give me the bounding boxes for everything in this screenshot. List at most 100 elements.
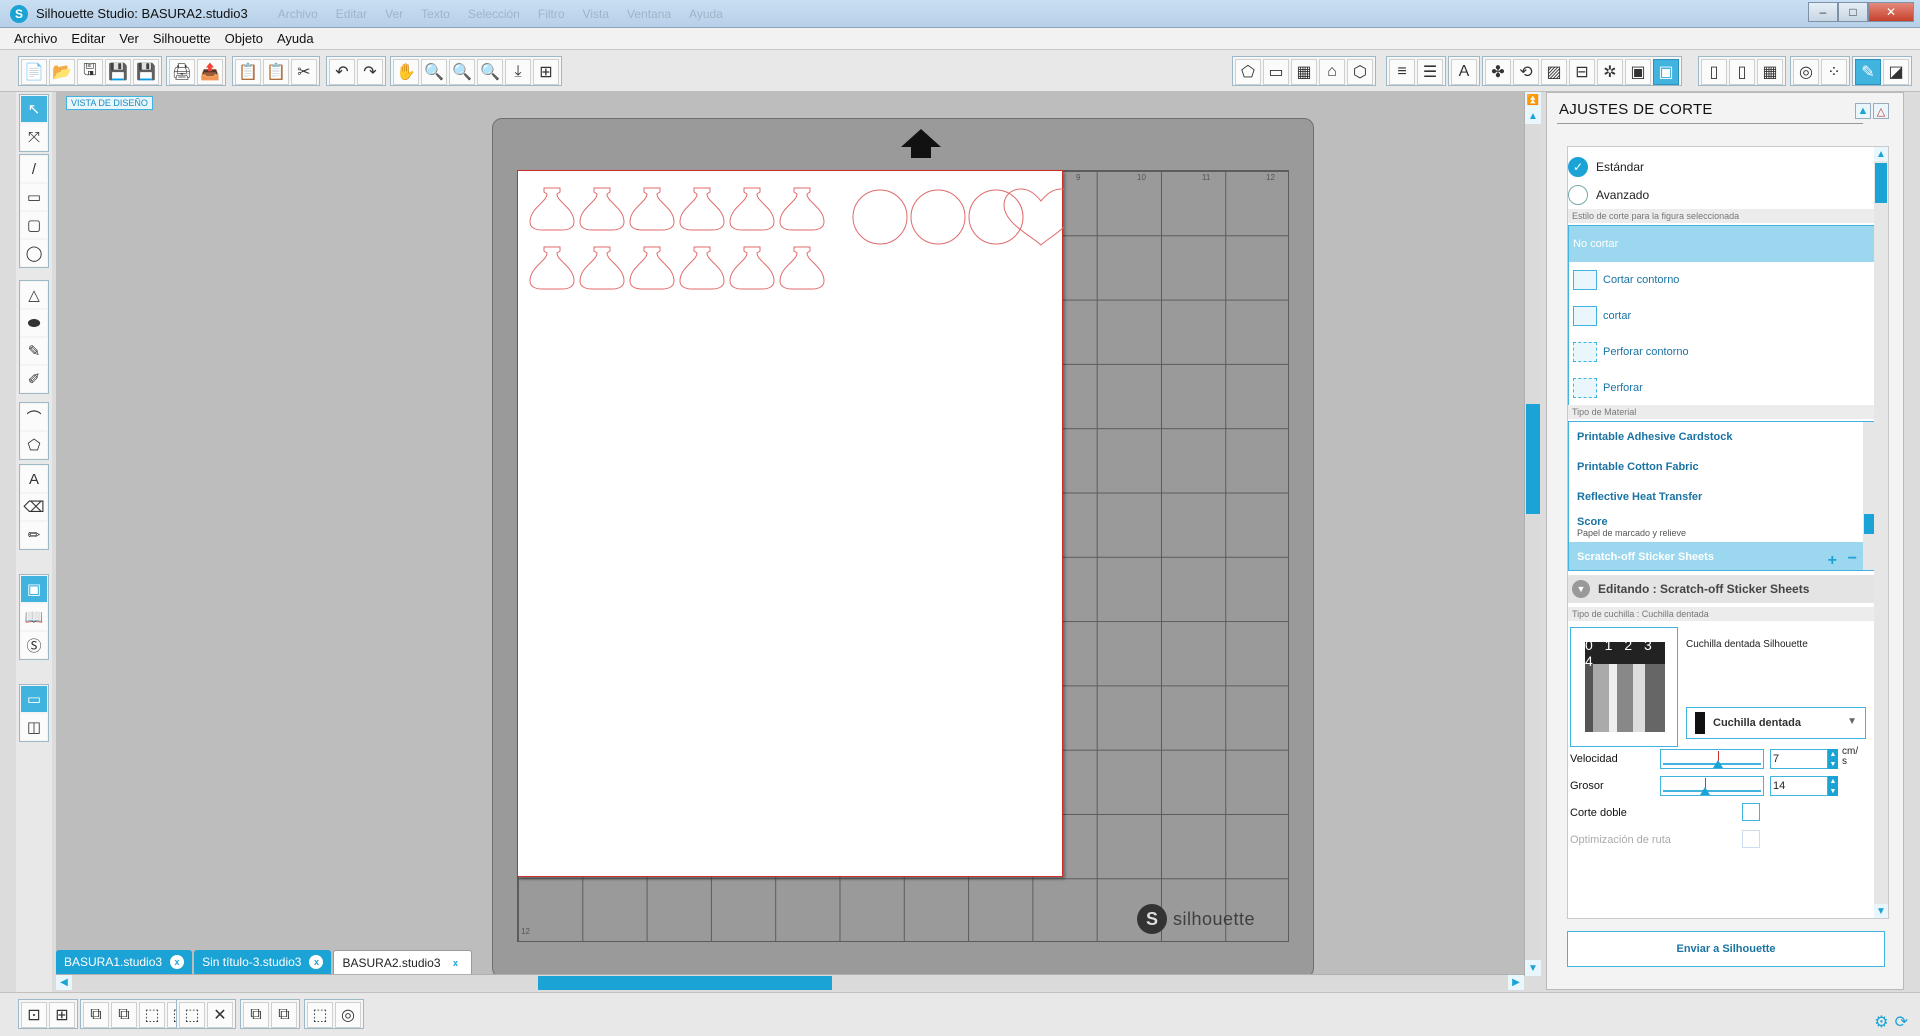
rectangle-tool-icon[interactable]: ▭	[21, 184, 47, 210]
trace-icon[interactable]: ◎	[1793, 59, 1819, 85]
vase-shape[interactable]	[679, 187, 725, 231]
close-tab-icon[interactable]: x	[309, 955, 324, 969]
offset-icon[interactable]: ▣	[1653, 59, 1679, 85]
pixscan-icon[interactable]: ⁘	[1821, 59, 1847, 85]
copy-icon[interactable]: 📋	[235, 59, 261, 85]
vase-shape[interactable]	[579, 246, 625, 290]
vase-shape[interactable]	[729, 187, 775, 231]
mode-standard[interactable]: ✓ Estándar	[1568, 157, 1644, 177]
save-icon[interactable]: 💾	[105, 59, 131, 85]
text-tool-icon[interactable]: A	[21, 466, 47, 492]
menu-archivo[interactable]: Archivo	[14, 31, 57, 46]
double-cut-checkbox[interactable]	[1742, 803, 1760, 821]
fill-pattern-icon[interactable]: ▦	[1291, 59, 1317, 85]
thickness-input[interactable]: 14	[1770, 776, 1828, 796]
close-tab-icon[interactable]: x	[170, 955, 185, 969]
line-tool-icon[interactable]: /	[21, 156, 47, 182]
save-library-icon[interactable]: 💾	[133, 59, 159, 85]
cut-style-no-cut[interactable]: No cortar	[1569, 226, 1875, 262]
zoom-out-icon[interactable]: 🔍	[449, 59, 475, 85]
menu-editar[interactable]: Editar	[71, 31, 105, 46]
panel-scroll-thumb[interactable]	[1875, 163, 1887, 203]
maximize-button[interactable]: □	[1838, 2, 1868, 22]
heart-shape[interactable]	[1003, 188, 1078, 246]
delete-icon[interactable]: ✕	[207, 1002, 233, 1028]
radio-unchecked-icon[interactable]	[1568, 185, 1588, 205]
vase-shape[interactable]	[629, 187, 675, 231]
panel-scrollbar[interactable]: ▲ ▼	[1874, 147, 1888, 918]
library-icon[interactable]: 🖫	[77, 59, 103, 85]
new-document-icon[interactable]: 📄	[21, 59, 47, 85]
shadow-icon[interactable]: ⬡	[1347, 59, 1373, 85]
vase-shape[interactable]	[779, 187, 825, 231]
text-style-icon[interactable]: A	[1451, 59, 1477, 85]
line-color-icon[interactable]: ⌂	[1319, 59, 1345, 85]
vase-shape[interactable]	[529, 246, 575, 290]
arc-tool-icon[interactable]: ⌒	[21, 404, 47, 430]
material-item[interactable]: Printable Cotton Fabric	[1569, 452, 1877, 482]
material-item[interactable]: Reflective Heat Transfer	[1569, 482, 1877, 512]
add-material-icon[interactable]: +	[1828, 552, 1837, 570]
tab-basura2[interactable]: BASURA2.studio3 x	[333, 950, 472, 974]
eraser-tool-icon[interactable]: ⌫	[21, 494, 47, 520]
paste-icon[interactable]: 📋	[263, 59, 289, 85]
cut-settings-icon[interactable]: ✎	[1855, 59, 1881, 85]
panel-collapse-icon[interactable]: ▲	[1855, 103, 1871, 119]
tab-sin-titulo-3[interactable]: Sin título-3.studio3 x	[194, 950, 332, 974]
curve-tool-icon[interactable]: ⬬	[21, 310, 47, 336]
offset-bottom-icon[interactable]: ◎	[335, 1002, 361, 1028]
vase-shape[interactable]	[629, 246, 675, 290]
vase-shape[interactable]	[679, 246, 725, 290]
grid-icon[interactable]: ▦	[1757, 59, 1783, 85]
fit-page-icon[interactable]: ⊞	[533, 59, 559, 85]
design-canvas[interactable]: VISTA DE DISEÑO 9 10 11 12 12 S silhouet…	[56, 92, 1524, 976]
collapse-arrow-icon[interactable]: ▼	[1572, 580, 1590, 598]
silhouette-store-icon[interactable]: Ⓢ	[21, 632, 47, 658]
fill-icon[interactable]: ⬚	[307, 1002, 333, 1028]
redo-icon[interactable]: ↷	[357, 59, 383, 85]
rounded-rectangle-tool-icon[interactable]: ▢	[21, 212, 47, 238]
panel-scroll-down-icon[interactable]: ▼	[1874, 904, 1888, 918]
horizontal-scroll-thumb[interactable]	[538, 976, 832, 990]
single-view-icon[interactable]: ▭	[21, 686, 47, 712]
registration-marks-icon[interactable]: ▯	[1729, 59, 1755, 85]
select-arrow-icon[interactable]: ↖	[21, 96, 47, 122]
vase-shape[interactable]	[579, 187, 625, 231]
panel-warning-icon[interactable]: △	[1873, 103, 1889, 119]
cut-style-perforate-edge[interactable]: Perforar contorno	[1569, 334, 1875, 370]
library-book-icon[interactable]: 📖	[21, 604, 47, 630]
group-icon[interactable]: ⊡	[21, 1002, 47, 1028]
speed-input[interactable]: 7	[1770, 749, 1828, 769]
material-item[interactable]: Printable Adhesive Cardstock	[1569, 422, 1877, 452]
cut-style-perforate[interactable]: Perforar	[1569, 370, 1875, 406]
duplicate-right-icon[interactable]: ⧉	[271, 1002, 297, 1028]
speed-stepper[interactable]: ▲ ▼	[1828, 749, 1838, 769]
slider-knob[interactable]	[1712, 760, 1723, 768]
thickness-stepper[interactable]: ▲ ▼	[1828, 776, 1838, 796]
vase-shape[interactable]	[729, 246, 775, 290]
make-compound-icon[interactable]: ⧉	[83, 1002, 109, 1028]
line-style-icon[interactable]: ≡	[1389, 59, 1415, 85]
fill-color-icon[interactable]: ⬠	[1235, 59, 1261, 85]
transform-icon[interactable]: ✤	[1485, 59, 1511, 85]
cut-icon[interactable]: ✂	[291, 59, 317, 85]
edit-points-icon[interactable]: ⤧	[21, 124, 47, 150]
knife-tool-icon[interactable]: ✏	[21, 522, 47, 548]
weld-icon[interactable]: ⬚	[179, 1002, 205, 1028]
slider-knob[interactable]	[1700, 787, 1711, 795]
gradient-icon[interactable]: ▭	[1263, 59, 1289, 85]
ungroup-icon[interactable]: ⊞	[49, 1002, 75, 1028]
print-icon[interactable]: 🖨	[169, 59, 195, 85]
thickness-slider[interactable]	[1660, 776, 1764, 796]
radio-checked-icon[interactable]: ✓	[1568, 157, 1588, 177]
circle-shape[interactable]	[852, 189, 908, 245]
panel-scroll-up-icon[interactable]: ▲	[1874, 147, 1888, 161]
regular-polygon-tool-icon[interactable]: ⬠	[21, 432, 47, 458]
settings-gear-icon[interactable]: ⚙	[1874, 1012, 1888, 1032]
replicate-icon[interactable]: ✲	[1597, 59, 1623, 85]
page-setup-icon[interactable]: ▯	[1701, 59, 1727, 85]
scroll-down-icon[interactable]: ▼	[1525, 960, 1541, 976]
scroll-up-icon[interactable]: ▲	[1525, 108, 1541, 124]
vertical-scroll-thumb[interactable]	[1526, 404, 1540, 514]
modify-icon[interactable]: ▣	[1625, 59, 1651, 85]
